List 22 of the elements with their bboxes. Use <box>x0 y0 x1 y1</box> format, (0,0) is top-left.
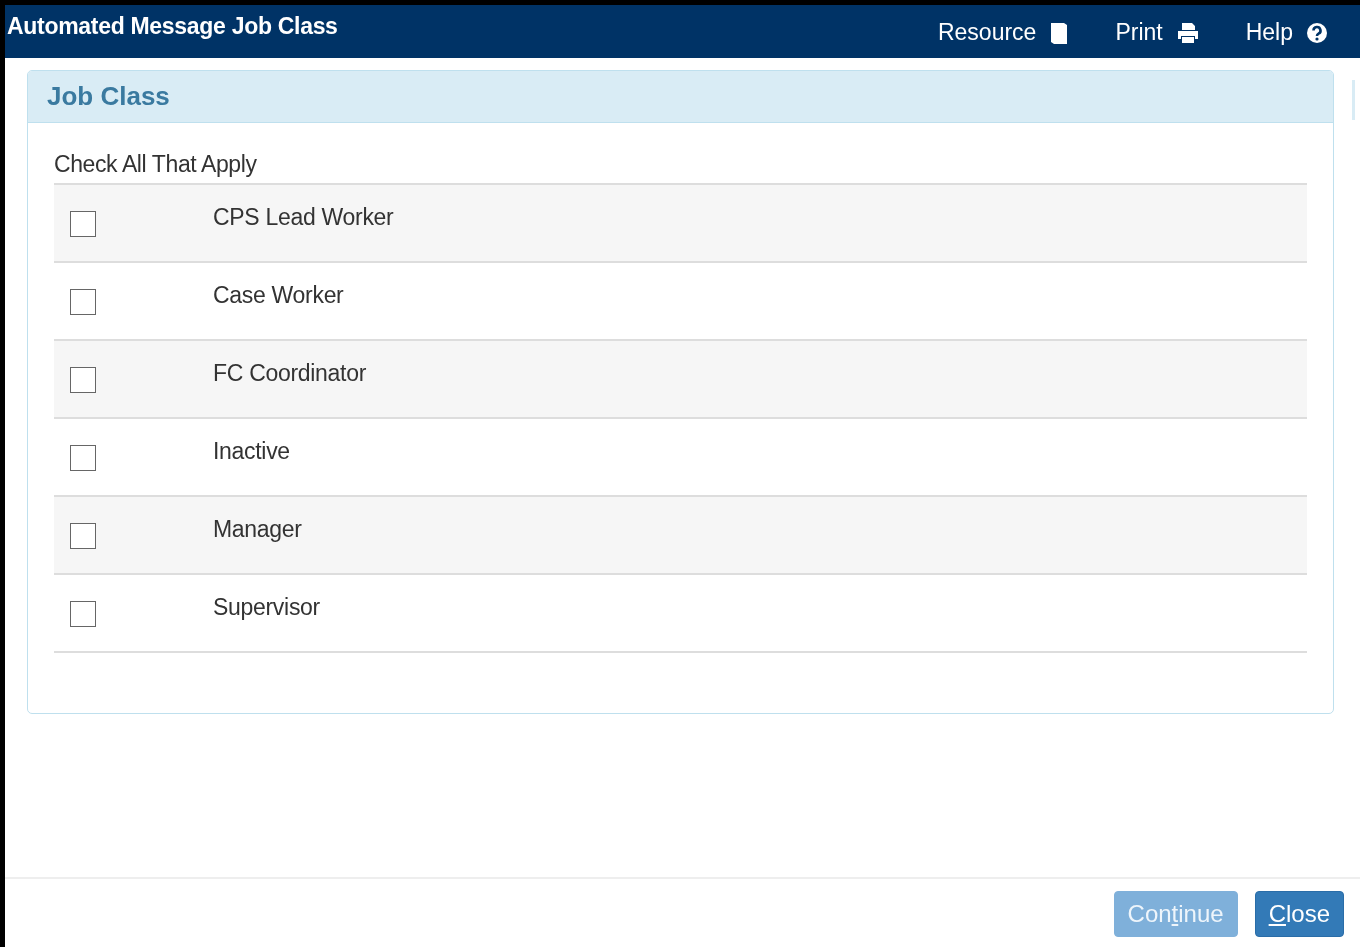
checkbox[interactable] <box>70 211 96 237</box>
header-link[interactable]: Resource <box>937 19 1070 46</box>
checkbox[interactable] <box>70 367 96 393</box>
option-label: FC Coordinator <box>213 360 367 387</box>
option-label: Case Worker <box>213 282 344 309</box>
option-label: CPS Lead Worker <box>213 204 394 231</box>
checkbox[interactable] <box>70 523 96 549</box>
header-link[interactable]: Help <box>1245 19 1328 46</box>
option-label: Inactive <box>213 438 290 465</box>
window-title: Automated Message Job Class <box>7 13 338 40</box>
panel-edge <box>1352 80 1355 120</box>
option-label: Manager <box>213 516 302 543</box>
dialog-button[interactable]: Close <box>1254 891 1344 937</box>
checkbox[interactable] <box>70 601 96 627</box>
help-icon <box>1306 21 1328 44</box>
panel-title: Job Class <box>47 81 170 112</box>
printer-icon <box>1175 21 1200 44</box>
header-link[interactable]: Print <box>1115 19 1200 46</box>
option-label: Supervisor <box>213 594 320 621</box>
book-icon <box>1049 20 1070 45</box>
checkbox[interactable] <box>70 445 96 471</box>
checkbox[interactable] <box>70 289 96 315</box>
